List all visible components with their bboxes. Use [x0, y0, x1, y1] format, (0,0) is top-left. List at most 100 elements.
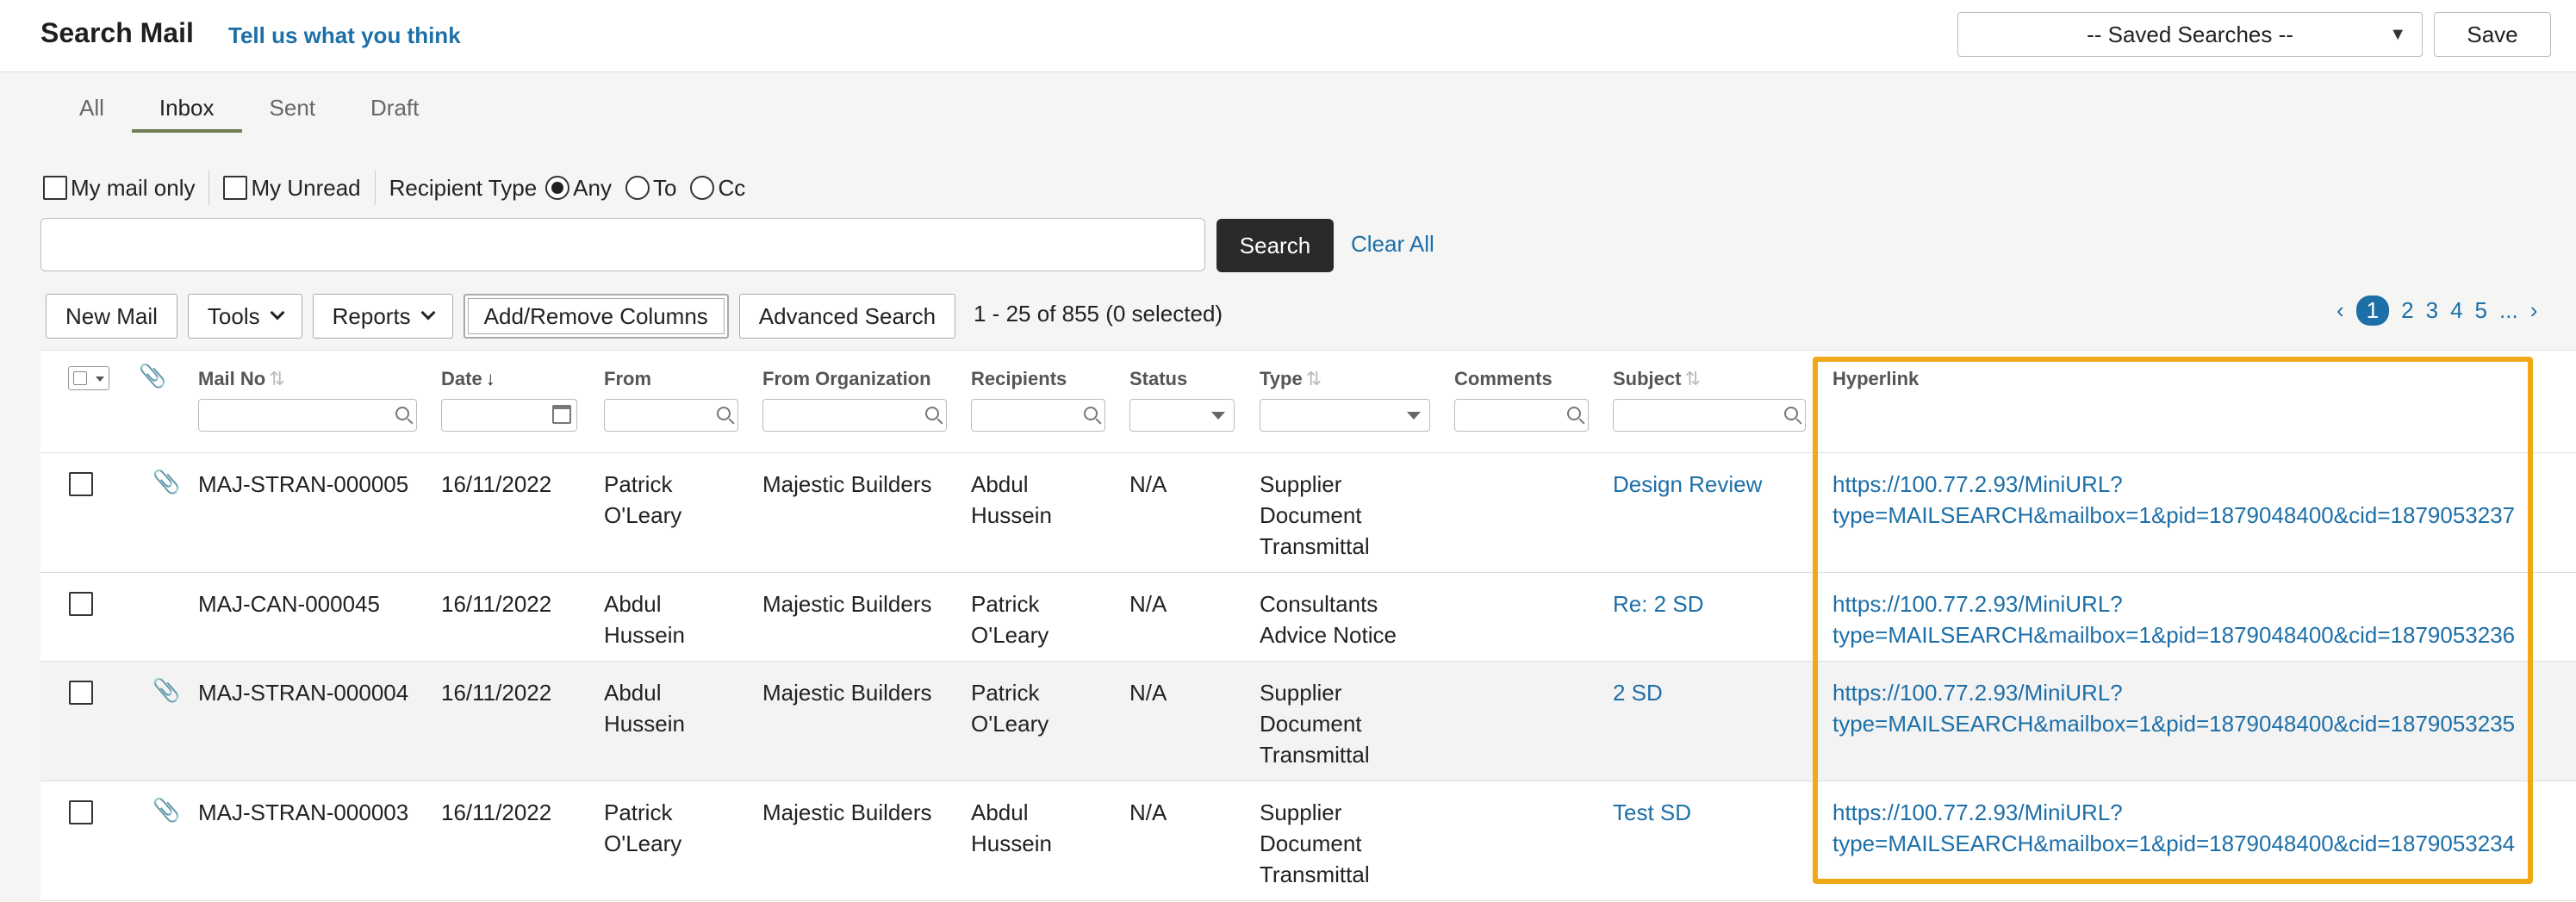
- new-mail-button[interactable]: New Mail: [46, 294, 177, 339]
- recipient-to-radio[interactable]: [625, 176, 650, 200]
- recipient-cc-option[interactable]: Cc: [690, 175, 745, 202]
- from-header-label: From: [604, 368, 651, 389]
- subject-link[interactable]: Test SD: [1613, 797, 1691, 828]
- col-header-subject[interactable]: Subject ⇅: [1613, 368, 1701, 390]
- recipient-any-radio[interactable]: [545, 176, 570, 200]
- search-icon: [717, 407, 731, 420]
- result-count: 1 - 25 of 855 (0 selected): [974, 301, 1223, 327]
- divider: [374, 171, 376, 205]
- subject-filter-input[interactable]: [1613, 399, 1806, 432]
- saved-searches-label: -- Saved Searches --: [2087, 21, 2293, 47]
- table-row[interactable]: 📎 MAJ-STRAN-000004 16/11/2022 Abdul Huss…: [40, 662, 2576, 781]
- search-icon: [395, 407, 409, 420]
- table-row[interactable]: MAJ-CAN-000045 16/11/2022 Abdul Hussein …: [40, 573, 2576, 662]
- tab-inbox[interactable]: Inbox: [131, 91, 242, 133]
- add-remove-columns-button[interactable]: Add/Remove Columns: [463, 294, 729, 339]
- recipient-to-option[interactable]: To: [625, 175, 676, 202]
- feedback-link[interactable]: Tell us what you think: [228, 22, 461, 49]
- my-unread-label: My Unread: [251, 174, 361, 201]
- search-input[interactable]: [40, 218, 1205, 271]
- hyperlink-line-2[interactable]: type=MAILSEARCH&mailbox=1&pid=1879048400…: [1832, 708, 2515, 739]
- hyperlink-line-2[interactable]: type=MAILSEARCH&mailbox=1&pid=1879048400…: [1832, 619, 2515, 650]
- tab-draft[interactable]: Draft: [343, 91, 446, 133]
- mail-no-filter-input[interactable]: [198, 399, 417, 432]
- col-header-date[interactable]: Date ↓: [441, 368, 495, 390]
- recipients-cell: Abdul Hussein: [971, 799, 1052, 856]
- search-button[interactable]: Search: [1216, 219, 1334, 272]
- mail-no-cell[interactable]: MAJ-STRAN-000003: [198, 797, 408, 828]
- recipients-header-label: Recipients: [971, 368, 1067, 389]
- calendar-icon[interactable]: [552, 405, 571, 424]
- status-cell: N/A: [1129, 799, 1167, 825]
- recipient-cc-label: Cc: [718, 174, 746, 201]
- from-org-cell: Majestic Builders: [762, 799, 932, 825]
- recipient-cc-radio[interactable]: [690, 176, 715, 200]
- hyperlink-line-1[interactable]: https://100.77.2.93/MiniURL?: [1832, 588, 2123, 619]
- type-filter-select[interactable]: [1260, 399, 1430, 432]
- filter-bar: My mail only My Unread Recipient Type An…: [43, 171, 745, 205]
- status-filter-select[interactable]: [1129, 399, 1235, 432]
- hyperlink-line-1[interactable]: https://100.77.2.93/MiniURL?: [1832, 469, 2123, 500]
- table-row[interactable]: 📎 MAJ-STRAN-000003 16/11/2022 Patrick O'…: [40, 781, 2576, 901]
- new-mail-label: New Mail: [65, 302, 158, 329]
- page-5[interactable]: 5: [2475, 297, 2487, 324]
- row-checkbox[interactable]: [69, 681, 93, 705]
- subject-link[interactable]: 2 SD: [1613, 677, 1663, 708]
- recipient-any-option[interactable]: Any: [545, 175, 612, 202]
- mail-no-header-label: Mail No: [198, 368, 266, 389]
- page-ellipsis[interactable]: ...: [2499, 297, 2518, 324]
- select-all-dropdown[interactable]: [68, 366, 109, 390]
- col-header-mail-no[interactable]: Mail No ⇅: [198, 368, 285, 390]
- type-cell: Consultants Advice Notice: [1260, 591, 1397, 648]
- from-org-filter-input[interactable]: [762, 399, 947, 432]
- advanced-search-label: Advanced Search: [758, 302, 936, 329]
- reports-label: Reports: [332, 302, 411, 329]
- page-3[interactable]: 3: [2426, 297, 2438, 324]
- type-cell: Supplier Document Transmittal: [1260, 799, 1370, 887]
- from-filter-input[interactable]: [604, 399, 738, 432]
- my-unread-filter[interactable]: My Unread: [223, 174, 361, 202]
- subject-link[interactable]: Re: 2 SD: [1613, 588, 1704, 619]
- mail-no-cell[interactable]: MAJ-CAN-000045: [198, 588, 380, 619]
- my-mail-only-checkbox[interactable]: [43, 176, 67, 200]
- my-mail-only-filter[interactable]: My mail only: [43, 175, 195, 202]
- mail-no-cell[interactable]: MAJ-STRAN-000004: [198, 677, 408, 708]
- row-checkbox[interactable]: [69, 592, 93, 616]
- advanced-search-button[interactable]: Advanced Search: [738, 294, 956, 339]
- recipients-filter-input[interactable]: [971, 399, 1105, 432]
- caret-down-icon: [1211, 412, 1225, 420]
- date-header-label: Date: [441, 368, 482, 389]
- recipient-type-label: Recipient Type: [389, 174, 538, 201]
- prev-page-icon[interactable]: ‹: [2336, 297, 2344, 324]
- table-row[interactable]: 📎 MAJ-STRAN-000005 16/11/2022 Patrick O'…: [40, 453, 2576, 573]
- row-checkbox[interactable]: [69, 800, 93, 824]
- page-4[interactable]: 4: [2450, 297, 2462, 324]
- search-icon: [925, 407, 939, 420]
- page-2[interactable]: 2: [2401, 297, 2413, 324]
- tab-all[interactable]: All: [52, 91, 132, 133]
- col-header-type[interactable]: Type ⇅: [1260, 368, 1322, 390]
- subject-link[interactable]: Design Review: [1613, 469, 1762, 500]
- row-checkbox[interactable]: [69, 472, 93, 496]
- my-unread-checkbox[interactable]: [223, 176, 248, 200]
- comments-filter-input[interactable]: [1454, 399, 1589, 432]
- status-cell: N/A: [1129, 680, 1167, 706]
- tab-sent[interactable]: Sent: [242, 91, 344, 133]
- reports-menu-button[interactable]: Reports: [312, 294, 453, 339]
- next-page-icon[interactable]: ›: [2530, 297, 2538, 324]
- select-all-checkbox[interactable]: [73, 371, 87, 385]
- mail-no-cell[interactable]: MAJ-STRAN-000005: [198, 469, 408, 500]
- date-filter-input[interactable]: [441, 399, 577, 432]
- saved-searches-select[interactable]: -- Saved Searches -- ▼: [1957, 12, 2423, 57]
- search-icon: [1567, 407, 1581, 420]
- page-1[interactable]: 1: [2355, 295, 2390, 326]
- hyperlink-line-1[interactable]: https://100.77.2.93/MiniURL?: [1832, 797, 2123, 828]
- chevron-down-icon: [270, 305, 285, 320]
- hyperlink-line-2[interactable]: type=MAILSEARCH&mailbox=1&pid=1879048400…: [1832, 828, 2515, 859]
- col-header-status: Status: [1129, 368, 1187, 390]
- clear-all-link[interactable]: Clear All: [1351, 231, 1434, 258]
- save-button[interactable]: Save: [2434, 12, 2551, 57]
- tools-menu-button[interactable]: Tools: [187, 294, 302, 339]
- hyperlink-line-1[interactable]: https://100.77.2.93/MiniURL?: [1832, 677, 2123, 708]
- hyperlink-line-2[interactable]: type=MAILSEARCH&mailbox=1&pid=1879048400…: [1832, 500, 2515, 531]
